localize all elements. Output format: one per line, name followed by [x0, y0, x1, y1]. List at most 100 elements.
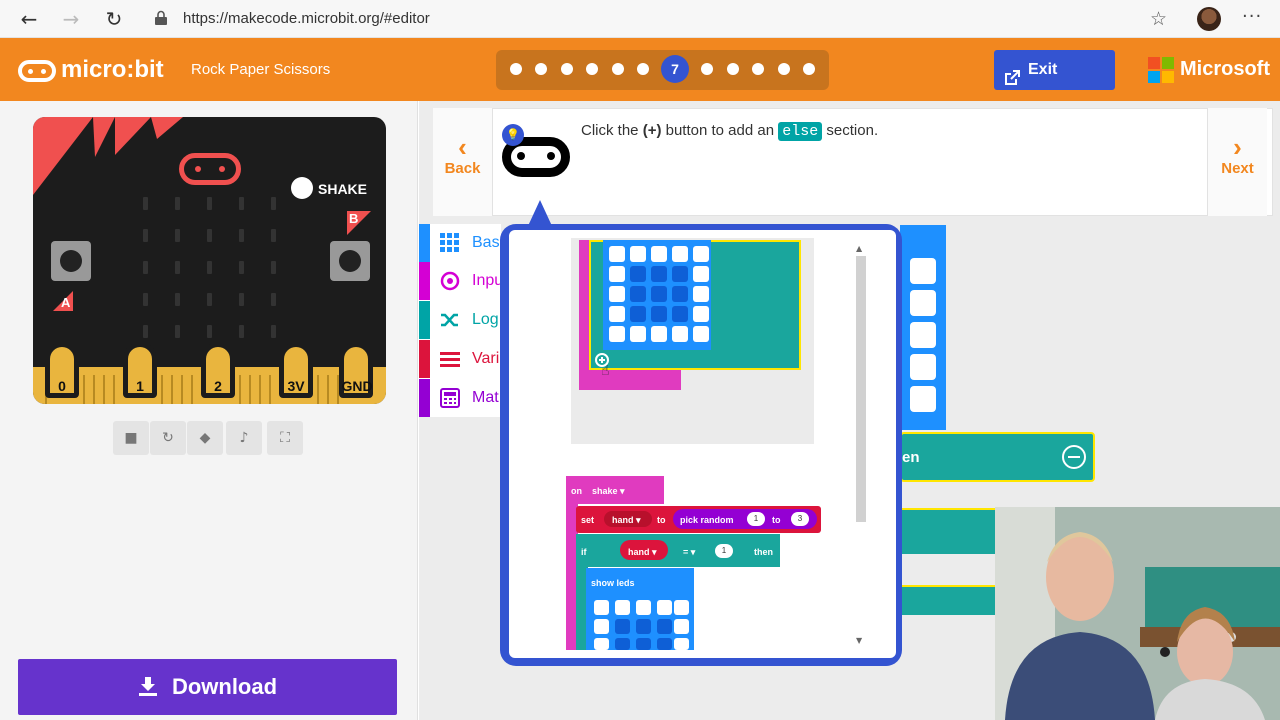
app-header: micro:bit Rock Paper Scissors 7 Exit tut… [0, 38, 1280, 118]
led-cell[interactable] [910, 290, 936, 316]
step-dot[interactable] [510, 63, 522, 75]
led-cell [657, 619, 672, 634]
toolbox-input[interactable]: Inpu [419, 262, 503, 300]
slow-mo-icon[interactable]: ◆ [187, 421, 223, 455]
led-cell[interactable] [910, 354, 936, 380]
toolbox-logic[interactable]: Log [419, 301, 501, 339]
led-cell [615, 638, 630, 650]
next-label: Next [1221, 160, 1254, 177]
step-dot[interactable] [535, 63, 547, 75]
toolbox-label: Vari [472, 350, 500, 367]
led-cell [672, 306, 688, 322]
led [207, 325, 212, 338]
reload-icon[interactable]: ↻ [102, 7, 126, 31]
led [175, 293, 180, 306]
led-cell [636, 600, 651, 615]
scroll-down-icon[interactable]: ▼ [856, 636, 862, 645]
step-dot[interactable] [727, 63, 739, 75]
external-link-icon [1004, 62, 1020, 85]
workspace-block[interactable] [900, 585, 1000, 615]
exit-tutorial-button[interactable]: Exit tutorial [994, 50, 1115, 118]
popup-scrollbar[interactable] [856, 256, 866, 522]
edge-tick [103, 375, 105, 404]
target-icon [440, 271, 460, 291]
lightbulb-hint-icon[interactable]: 💡 [502, 124, 524, 146]
button-b-label: B [349, 211, 359, 226]
stop-icon[interactable]: ■ [113, 421, 149, 455]
pin-label: GND [341, 378, 373, 394]
pointer-cursor-icon: ☝ [601, 363, 610, 379]
download-icon [138, 677, 157, 696]
profile-avatar[interactable] [1197, 7, 1221, 31]
mute-icon[interactable]: ♪ [226, 421, 262, 455]
led-cell[interactable] [910, 386, 936, 412]
led [207, 229, 212, 242]
pin-label: 2 [214, 378, 222, 394]
back-label: Back [444, 160, 481, 177]
led-cell[interactable] [910, 322, 936, 348]
step-dot[interactable] [561, 63, 573, 75]
microbit-logo-icon [18, 60, 56, 82]
download-button[interactable]: Download [18, 659, 397, 715]
step-dot[interactable] [586, 63, 598, 75]
favorite-star-icon[interactable]: ☆ [1150, 8, 1167, 30]
if-then-block [576, 534, 780, 567]
board-logo-icon[interactable] [179, 153, 241, 185]
led [175, 261, 180, 274]
restart-icon[interactable]: ↻ [150, 421, 186, 455]
code-var: hand ▾ [612, 515, 641, 525]
forward-arrow-icon[interactable]: → [59, 7, 83, 31]
tutorial-next-button[interactable]: › Next [1207, 108, 1267, 216]
instruction-button-ref: (+) [642, 122, 662, 139]
workspace-block[interactable] [900, 508, 1000, 554]
led [239, 261, 244, 274]
current-step[interactable]: 7 [661, 55, 689, 83]
scroll-up-icon[interactable]: ▲ [856, 244, 862, 253]
code-to: to [657, 515, 666, 525]
tutorial-instruction: Click the (+) button to add an else sect… [581, 122, 878, 141]
toolbox-basic[interactable]: Bas [419, 224, 501, 262]
led-cell [651, 266, 667, 282]
back-arrow-icon[interactable]: ← [17, 7, 41, 31]
led [207, 293, 212, 306]
led-cell [693, 306, 709, 322]
project-title: Rock Paper Scissors [191, 61, 331, 78]
remove-else-icon[interactable] [1062, 445, 1086, 469]
pin-label: 1 [136, 378, 144, 394]
step-dot[interactable] [803, 63, 815, 75]
edge-tick [259, 375, 261, 404]
step-dot[interactable] [752, 63, 764, 75]
code-from: 1 [747, 512, 765, 526]
edge-tick [93, 375, 95, 404]
code-pick-random: pick random [680, 515, 734, 525]
code-cond-var: hand ▾ [628, 547, 657, 557]
led-cell [693, 326, 709, 342]
led-cell [609, 306, 625, 322]
button-b[interactable] [330, 241, 370, 281]
shake-button-icon[interactable] [291, 177, 313, 199]
fullscreen-icon[interactable]: ⛶ [267, 421, 303, 455]
code-set: set [581, 515, 595, 525]
code-to-word: to [772, 515, 781, 525]
led [175, 229, 180, 242]
led [143, 261, 148, 274]
led-cell [674, 638, 689, 650]
tutorial-back-button[interactable]: ‹ Back [433, 108, 493, 216]
more-menu-icon[interactable]: ··· [1242, 6, 1262, 27]
address-bar[interactable]: https://makecode.microbit.org/#editor [183, 10, 430, 27]
step-dot[interactable] [701, 63, 713, 75]
edge-tick [317, 375, 319, 404]
step-dot[interactable] [612, 63, 624, 75]
button-a[interactable] [51, 241, 91, 281]
toolbox-math[interactable]: Mat [419, 379, 501, 417]
led-cell [636, 619, 651, 634]
led-cell[interactable] [910, 258, 936, 284]
led-cell [630, 286, 646, 302]
step-dot[interactable] [637, 63, 649, 75]
toolbox-variables[interactable]: Vari [419, 340, 501, 378]
browser-toolbar: ← → ↻ https://makecode.microbit.org/#edi… [0, 0, 1280, 38]
step-dot[interactable] [778, 63, 790, 75]
calculator-icon [440, 388, 460, 408]
led-cell [651, 286, 667, 302]
microbit-simulator[interactable]: SHAKE A B 0 1 2 3V GND [33, 117, 386, 404]
